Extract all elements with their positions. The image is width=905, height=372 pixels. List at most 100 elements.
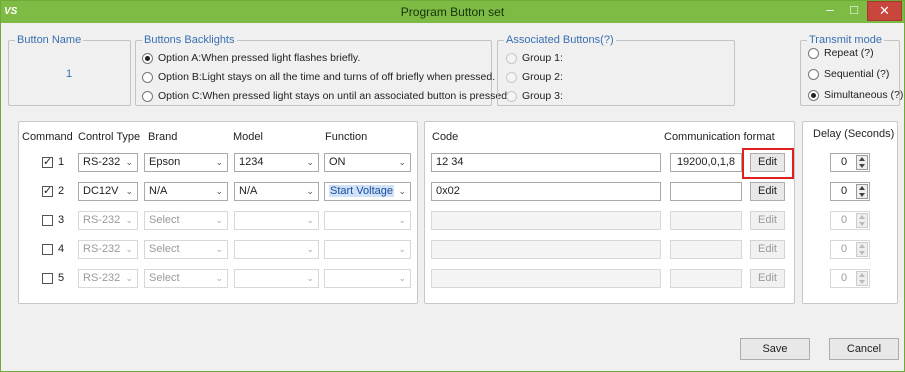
radio-icon[interactable] [142,90,153,102]
radio-icon[interactable] [808,47,819,59]
delay-value: 0 [841,243,848,255]
model-select[interactable]: ⌄ [234,240,319,259]
spinner-arrows-icon[interactable] [856,271,868,286]
code-input[interactable] [431,240,661,259]
group-2-label: Group 2: [522,71,563,83]
edit-button[interactable]: Edit [750,182,785,201]
control-type-value: RS-232 [83,243,121,255]
chevron-down-icon: ⌄ [306,186,314,196]
row-number: 1 [58,156,65,168]
associated-buttons-group: Associated Buttons(?) Group 1: Group 2: … [497,34,735,106]
chevron-down-icon: ⌄ [215,186,223,196]
transmit-sequential-option[interactable]: Sequential (?) [808,68,889,80]
chevron-down-icon: ⌄ [125,157,133,167]
brand-value: N/A [149,185,168,197]
row-enable-checkbox[interactable] [42,184,53,197]
code-input[interactable]: 12 34 [431,153,661,172]
row-number: 2 [58,185,65,197]
row-enable-checkbox[interactable] [42,244,53,255]
row-enable-checkbox[interactable] [42,273,53,284]
row-number: 3 [58,214,65,226]
backlights-group: Buttons Backlights Option A:When pressed… [135,34,510,106]
control-type-select[interactable]: DC12V ⌄ [78,182,138,201]
comm-format-input[interactable] [670,269,742,288]
title-bar[interactable]: VS Program Button set – □ ✕ [1,1,904,23]
transmit-repeat-option[interactable]: Repeat (?) [808,47,874,59]
function-select[interactable]: ⌄ [324,269,411,288]
edit-button[interactable]: Edit [750,269,785,288]
spinner-arrows-icon[interactable] [856,184,868,199]
chevron-down-icon: ⌄ [125,273,133,283]
group-1-option: Group 1: [506,52,563,64]
comm-format-input[interactable] [670,211,742,230]
brand-select[interactable]: Epson ⌄ [144,153,228,172]
row-enable-checkbox[interactable] [42,155,53,168]
control-type-select[interactable]: RS-232 ⌄ [78,211,138,230]
backlight-option-b-label: Option B:Light stays on all the time and… [158,71,496,83]
minimize-button[interactable]: – [818,1,842,21]
code-input[interactable] [431,269,661,288]
model-select[interactable]: ⌄ [234,269,319,288]
control-type-select[interactable]: RS-232 ⌄ [78,153,138,172]
code-input[interactable] [431,211,661,230]
radio-icon[interactable] [808,89,819,101]
header-delay: Delay (Seconds) [813,128,895,140]
brand-value: Select [149,243,180,255]
group-2-option: Group 2: [506,71,563,83]
brand-select[interactable]: Select ⌄ [144,269,228,288]
delay-value: 0 [841,272,848,284]
control-type-select[interactable]: RS-232 ⌄ [78,269,138,288]
comm-format-input[interactable]: 19200,0,1,8 [670,153,742,172]
model-select[interactable]: ⌄ [234,211,319,230]
delay-spinner[interactable]: 0 [830,269,870,288]
spinner-arrows-icon[interactable] [856,242,868,257]
code-input[interactable]: 0x02 [431,182,661,201]
brand-value: Select [149,272,180,284]
delay-spinner[interactable]: 0 [830,153,870,172]
function-select[interactable]: ⌄ [324,211,411,230]
brand-select[interactable]: Select ⌄ [144,211,228,230]
radio-icon[interactable] [808,68,819,80]
backlight-option-b[interactable]: Option B:Light stays on all the time and… [142,71,495,83]
control-type-select[interactable]: RS-232 ⌄ [78,240,138,259]
comm-format-input[interactable] [670,240,742,259]
transmit-sequential-label: Sequential (?) [824,68,890,80]
window-title: Program Button set [400,5,505,19]
transmit-simultaneous-option[interactable]: Simultaneous (?) [808,89,903,101]
header-control-type: Control Type [78,131,141,143]
header-brand: Brand [148,131,178,143]
brand-select[interactable]: N/A ⌄ [144,182,228,201]
model-select[interactable]: N/A ⌄ [234,182,319,201]
row-enable-checkbox[interactable] [42,215,53,226]
model-select[interactable]: 1234 ⌄ [234,153,319,172]
header-command: Command [22,131,73,143]
chevron-down-icon: ⌄ [215,244,223,254]
function-select[interactable]: Start Voltage ⌄ [324,182,411,201]
backlight-option-a-label: Option A:When pressed light flashes brie… [158,52,361,64]
backlight-option-c[interactable]: Option C:When pressed light stays on unt… [142,90,510,102]
function-select[interactable]: ⌄ [324,240,411,259]
maximize-button[interactable]: □ [842,1,866,21]
save-button[interactable]: Save [740,338,810,360]
button-name-value: 1 [66,68,73,80]
edit-button[interactable]: Edit [750,211,785,230]
delay-spinner[interactable]: 0 [830,211,870,230]
brand-select[interactable]: Select ⌄ [144,240,228,259]
close-button[interactable]: ✕ [867,1,902,21]
function-select[interactable]: ON ⌄ [324,153,411,172]
delay-spinner[interactable]: 0 [830,240,870,259]
control-type-value: RS-232 [83,272,121,284]
spinner-arrows-icon[interactable] [856,213,868,228]
backlight-option-a[interactable]: Option A:When pressed light flashes brie… [142,52,360,64]
spinner-arrows-icon[interactable] [856,155,868,170]
radio-icon[interactable] [142,71,153,83]
chevron-down-icon: ⌄ [398,157,406,167]
model-value: 1234 [239,156,264,168]
program-button-window: VS Program Button set – □ ✕ Button Name … [0,0,905,372]
comm-format-input[interactable] [670,182,742,201]
delay-spinner[interactable]: 0 [830,182,870,201]
radio-icon[interactable] [142,52,153,64]
chevron-down-icon: ⌄ [306,273,314,283]
cancel-button[interactable]: Cancel [829,338,899,360]
edit-button[interactable]: Edit [750,240,785,259]
